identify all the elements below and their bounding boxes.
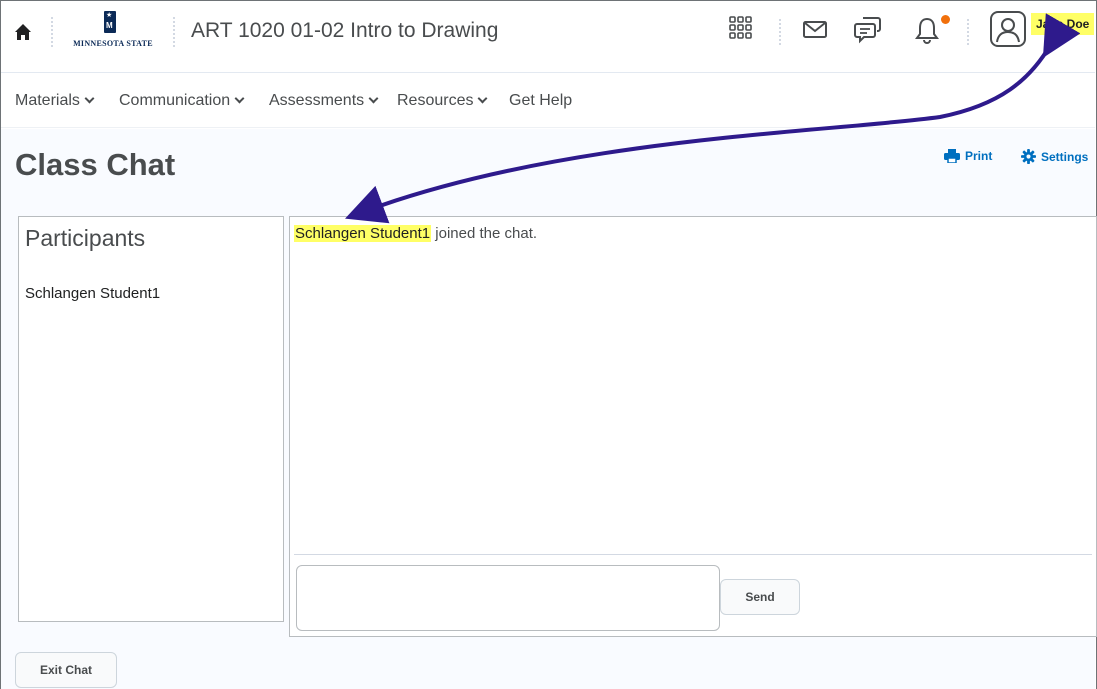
nav-item-assessments[interactable]: Assessments [269,92,379,110]
home-icon[interactable] [13,21,33,43]
chat-message: Schlangen Student1 joined the chat. [294,225,537,242]
nav-item-label: Materials [15,92,80,109]
print-label: Print [965,149,993,163]
participants-panel: Participants Schlangen Student1 [18,216,284,622]
nav-item-label: Communication [119,92,231,109]
chat-message-text: joined the chat. [435,225,538,242]
divider [967,19,969,45]
nav-item-communication[interactable]: Communication [119,92,245,110]
printer-icon [944,149,960,166]
exit-chat-button[interactable]: Exit Chat [15,652,117,688]
divider [51,17,53,47]
chevron-down-icon [84,93,95,104]
top-navbar: MINNESOTA STATE ART 1020 01-02 Intro to … [1,1,1095,73]
mail-icon[interactable] [801,14,835,48]
print-button[interactable]: Print [944,149,992,166]
user-name[interactable]: Jane Doe [1031,13,1095,35]
settings-button[interactable]: Settings [1021,149,1088,167]
chevron-down-icon [478,93,488,104]
notification-dot [941,15,950,24]
logo-mark-icon [104,11,116,33]
settings-label: Settings [1041,150,1089,164]
page-content: Class Chat Print Settings Participants S… [1,129,1097,689]
nav-item-get-help[interactable]: Get Help [509,92,572,110]
chat-divider [294,554,1092,555]
apps-grid-icon[interactable] [727,14,761,48]
chevron-down-icon [368,93,379,104]
send-button[interactable]: Send [720,579,800,615]
logo-text: MINNESOTA STATE [73,39,153,48]
nav-item-label: Resources [397,92,474,109]
nav-item-label: Get Help [509,92,573,109]
chat-message-user: Schlangen Student1 [294,225,432,242]
nav-item-materials[interactable]: Materials [15,92,95,110]
page-title: Class Chat [15,147,176,182]
divider [173,17,175,47]
course-title[interactable]: ART 1020 01-02 Intro to Drawing [191,19,498,43]
divider [779,19,781,45]
course-navbar: Materials Communication Assessments Reso… [1,74,1095,128]
nav-item-label: Assessments [269,92,365,109]
chat-panel: Schlangen Student1 joined the chat. Send [289,216,1097,637]
chat-bubbles-icon[interactable] [853,14,887,48]
chevron-down-icon [234,93,245,104]
participants-heading: Participants [25,225,146,251]
minnesota-state-logo[interactable]: MINNESOTA STATE [63,11,163,51]
gear-icon [1021,149,1036,167]
user-avatar-icon[interactable] [990,11,1026,47]
chat-message-input[interactable] [296,565,720,631]
participant-item: Schlangen Student1 [25,285,161,302]
nav-item-resources[interactable]: Resources [397,92,488,110]
